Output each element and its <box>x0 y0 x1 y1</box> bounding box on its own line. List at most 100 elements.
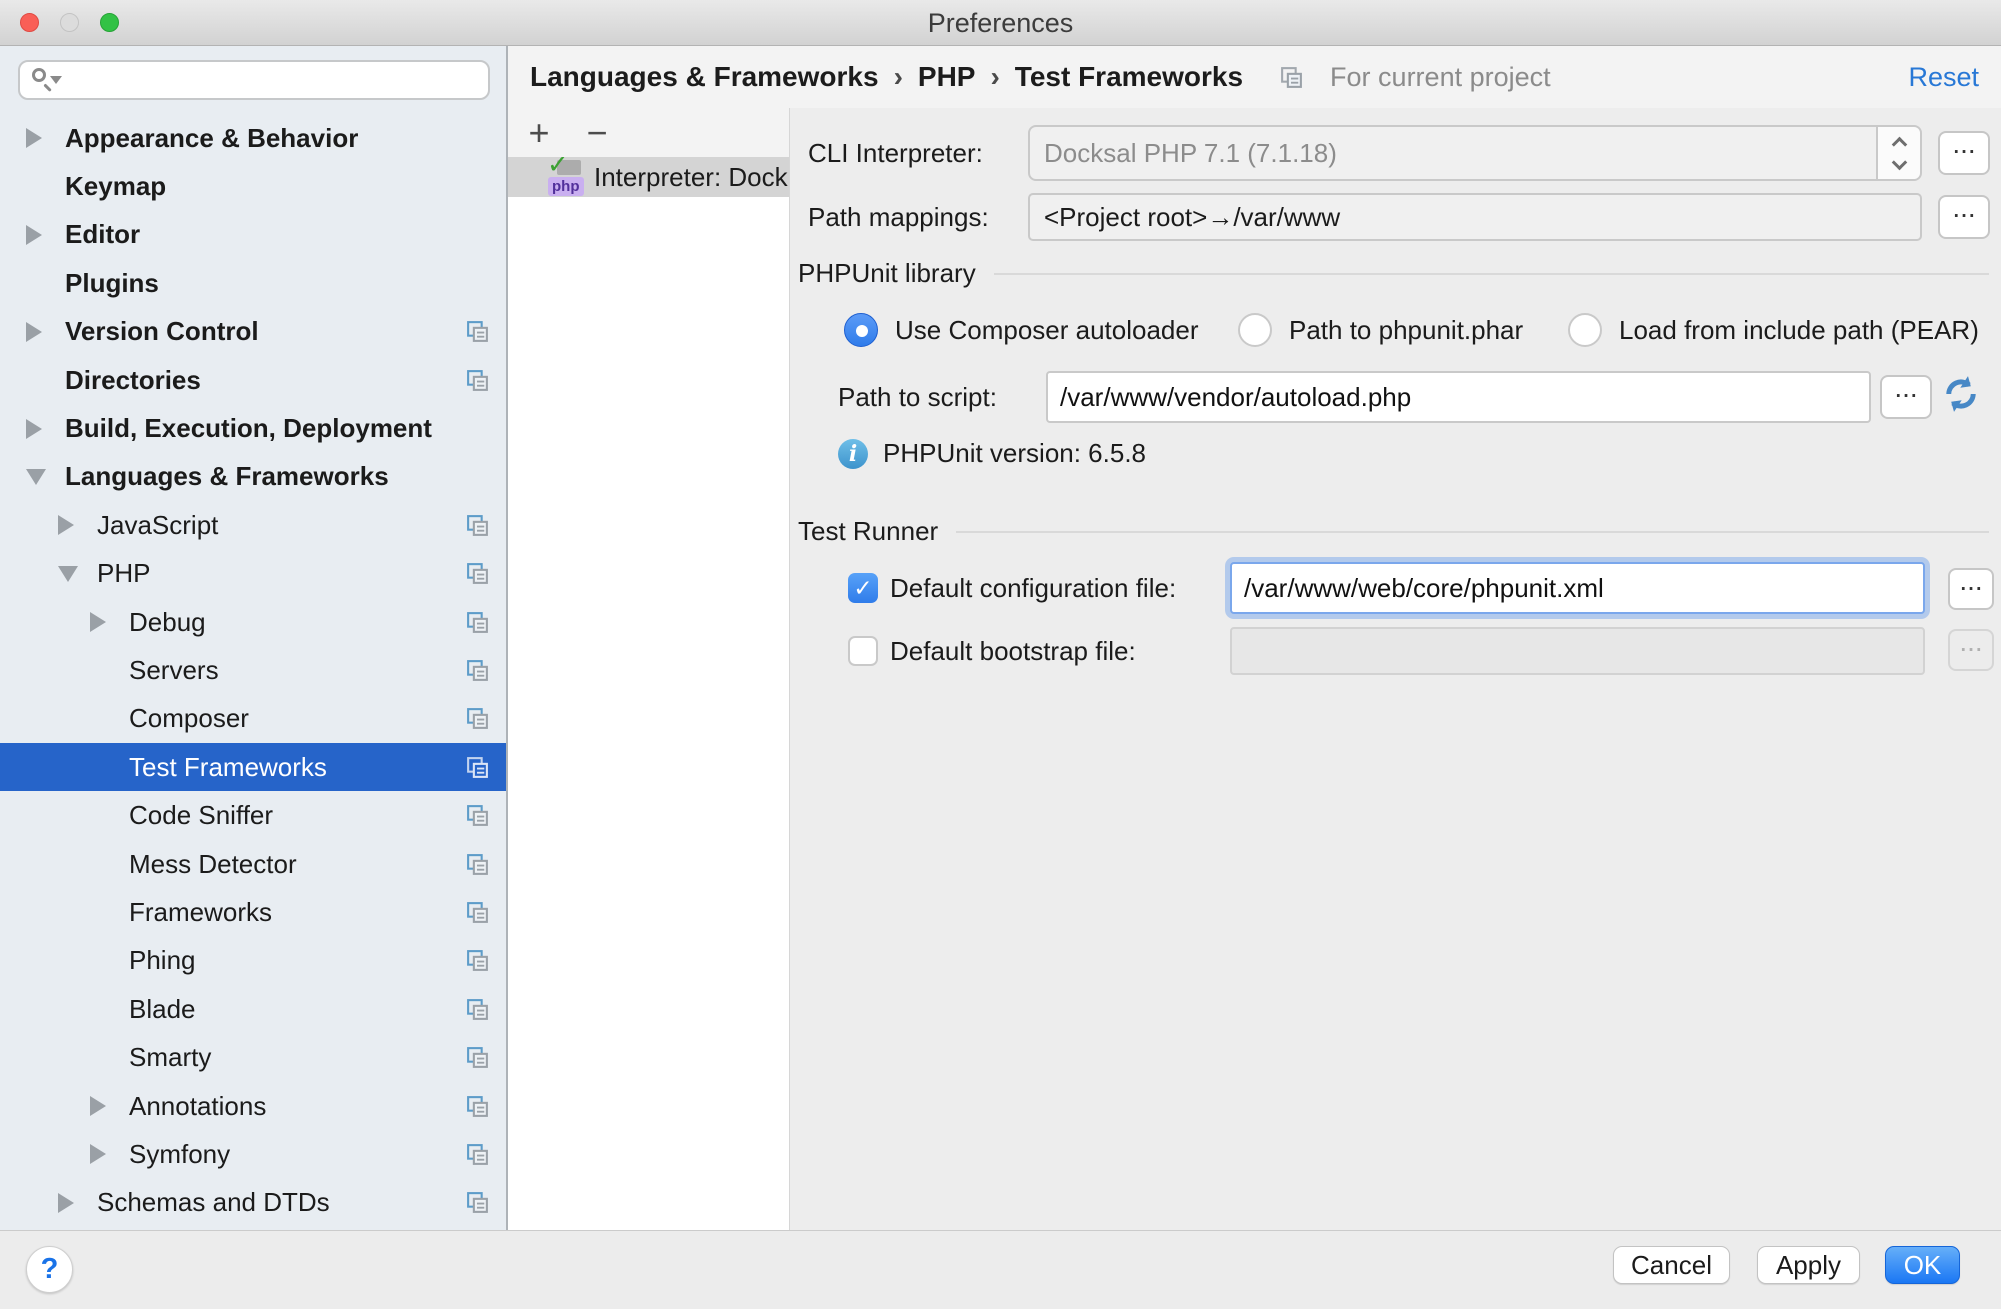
sidebar-item-build-execution-deployment[interactable]: Build, Execution, Deployment <box>0 404 506 452</box>
expand-arrow-icon[interactable] <box>90 612 129 632</box>
cancel-button[interactable]: Cancel <box>1613 1246 1730 1284</box>
path-mappings-value: <Project root>→/var/www <box>1044 202 1340 233</box>
radio-path-to-phpunit-phar[interactable]: Path to phpunit.phar <box>1238 313 1523 347</box>
radio-use-composer-autoloader[interactable]: Use Composer autoloader <box>844 313 1199 347</box>
interpreter-list-item[interactable]: ✓ php Interpreter: Dock <box>508 157 789 197</box>
sidebar-item-frameworks[interactable]: Frameworks <box>0 888 506 936</box>
sidebar-item-label: Version Control <box>65 316 259 347</box>
expand-arrow-icon[interactable] <box>58 1193 97 1213</box>
sidebar-item-servers[interactable]: Servers <box>0 646 506 694</box>
sidebar-item-code-sniffer[interactable]: Code Sniffer <box>0 791 506 839</box>
default-configuration-file-input[interactable] <box>1230 562 1925 614</box>
remove-button[interactable]: − <box>582 115 612 151</box>
current-project-icon <box>465 803 490 828</box>
sidebar-item-label: Schemas and DTDs <box>97 1187 330 1218</box>
default-bootstrap-file-input <box>1230 627 1925 675</box>
close-window-icon[interactable] <box>20 13 39 32</box>
default-configuration-file-browse-button[interactable]: ... <box>1948 568 1994 610</box>
sidebar-item-javascript[interactable]: JavaScript <box>0 501 506 549</box>
breadcrumb-part: Test Frameworks <box>1015 61 1243 93</box>
radio-label: Use Composer autoloader <box>895 315 1199 346</box>
expand-arrow-icon[interactable] <box>26 469 65 485</box>
cli-interpreter-browse-button[interactable]: ... <box>1938 131 1990 175</box>
expand-arrow-icon[interactable] <box>58 566 97 582</box>
radio-icon[interactable] <box>1238 313 1272 347</box>
reload-phpunit-version-icon[interactable] <box>1940 373 1982 415</box>
sidebar-item-php[interactable]: PHP <box>0 550 506 598</box>
sidebar-item-label: Directories <box>65 365 201 396</box>
ok-button[interactable]: OK <box>1885 1246 1960 1284</box>
sidebar-item-label: Composer <box>129 703 249 734</box>
search-input[interactable] <box>70 66 488 94</box>
help-button[interactable]: ? <box>26 1246 73 1293</box>
sidebar-item-label: JavaScript <box>97 510 218 541</box>
expand-arrow-icon[interactable] <box>58 515 97 535</box>
add-button[interactable]: + <box>524 115 554 151</box>
sidebar-item-appearance-behavior[interactable]: Appearance & Behavior <box>0 114 506 162</box>
scope-indicator: For current project <box>1279 62 1551 93</box>
reset-link[interactable]: Reset <box>1908 62 1979 93</box>
sidebar-item-label: Smarty <box>129 1042 211 1073</box>
test-runner-section-title: Test Runner <box>798 516 938 547</box>
expand-arrow-icon[interactable] <box>26 322 65 342</box>
sidebar-item-smarty[interactable]: Smarty <box>0 1033 506 1081</box>
combobox-stepper-icon[interactable] <box>1876 127 1920 179</box>
sidebar-item-label: Plugins <box>65 268 159 299</box>
radio-load-from-include-path-pear[interactable]: Load from include path (PEAR) <box>1568 313 1979 347</box>
default-bootstrap-file-checkbox[interactable] <box>848 636 878 666</box>
window-title: Preferences <box>0 0 2001 46</box>
dialog-footer: ? Cancel Apply OK <box>0 1230 2001 1309</box>
current-project-icon <box>465 1190 490 1215</box>
sidebar-item-debug[interactable]: Debug <box>0 598 506 646</box>
php-interpreter-icon: ✓ php <box>548 158 584 196</box>
sidebar-item-test-frameworks[interactable]: Test Frameworks <box>0 743 506 791</box>
breadcrumb-part[interactable]: PHP <box>918 61 976 93</box>
current-project-icon <box>465 852 490 877</box>
sidebar-item-languages-frameworks[interactable]: Languages & Frameworks <box>0 453 506 501</box>
path-mappings-field[interactable]: <Project root>→/var/www <box>1028 193 1922 241</box>
sidebar-item-annotations[interactable]: Annotations <box>0 1082 506 1130</box>
expand-arrow-icon[interactable] <box>26 225 65 245</box>
path-to-script-browse-button[interactable]: ... <box>1880 375 1932 419</box>
sidebar-item-label: Test Frameworks <box>129 752 327 783</box>
breadcrumb-part[interactable]: Languages & Frameworks <box>530 61 879 93</box>
sidebar-item-label: Blade <box>129 994 196 1025</box>
sidebar-item-symfony[interactable]: Symfony <box>0 1130 506 1178</box>
sidebar-item-label: Annotations <box>129 1091 266 1122</box>
sidebar-item-schemas-and-dtds[interactable]: Schemas and DTDs <box>0 1179 506 1227</box>
expand-arrow-icon[interactable] <box>26 419 65 439</box>
cli-interpreter-combobox[interactable]: Docksal PHP 7.1 (7.1.18) <box>1028 125 1922 181</box>
sidebar-item-composer[interactable]: Composer <box>0 695 506 743</box>
sidebar-item-label: Mess Detector <box>129 849 297 880</box>
sidebar-item-keymap[interactable]: Keymap <box>0 162 506 210</box>
cli-interpreter-label: CLI Interpreter: <box>808 138 983 168</box>
radio-icon[interactable] <box>844 313 878 347</box>
current-project-icon <box>1279 65 1304 90</box>
sidebar-item-directories[interactable]: Directories <box>0 356 506 404</box>
apply-button[interactable]: Apply <box>1757 1246 1860 1284</box>
phpunit-library-section: PHPUnit library <box>798 258 1989 289</box>
sidebar-item-mess-detector[interactable]: Mess Detector <box>0 840 506 888</box>
zoom-window-icon[interactable] <box>100 13 119 32</box>
sidebar-item-blade[interactable]: Blade <box>0 985 506 1033</box>
cli-interpreter-value: Docksal PHP 7.1 (7.1.18) <box>1044 138 1337 169</box>
phpunit-version-note: i PHPUnit version: 6.5.8 <box>838 438 1146 469</box>
phpunit-source-radio-group: Use Composer autoloader Path to phpunit.… <box>790 313 2001 357</box>
expand-arrow-icon[interactable] <box>90 1096 129 1116</box>
sidebar-item-editor[interactable]: Editor <box>0 211 506 259</box>
radio-icon[interactable] <box>1568 313 1602 347</box>
sidebar-item-label: Keymap <box>65 171 166 202</box>
expand-arrow-icon[interactable] <box>26 128 65 148</box>
settings-search-box[interactable] <box>18 60 490 100</box>
list-toolbar: + − <box>508 108 789 157</box>
sidebar-item-version-control[interactable]: Version Control <box>0 308 506 356</box>
expand-arrow-icon[interactable] <box>90 1144 129 1164</box>
sidebar-item-phing[interactable]: Phing <box>0 937 506 985</box>
sidebar-item-plugins[interactable]: Plugins <box>0 259 506 307</box>
current-project-icon <box>465 513 490 538</box>
path-to-script-input[interactable] <box>1046 371 1871 423</box>
path-mappings-browse-button[interactable]: ... <box>1938 195 1990 239</box>
current-project-icon <box>465 319 490 344</box>
interpreter-item-label: Interpreter: Dock <box>594 162 788 193</box>
default-configuration-file-checkbox[interactable] <box>848 573 878 603</box>
